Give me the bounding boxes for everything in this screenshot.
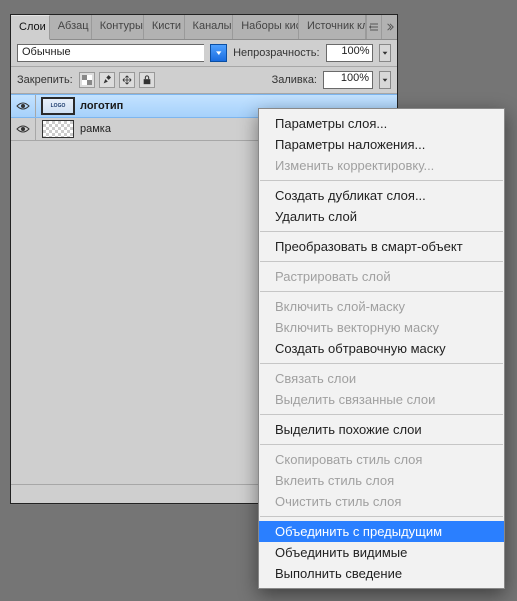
context-menu-separator	[260, 516, 503, 517]
layer-name-label[interactable]: рамка	[80, 123, 111, 135]
context-menu-item: Изменить корректировку...	[259, 155, 504, 176]
panel-collapse-icon[interactable]	[381, 15, 397, 39]
context-menu-separator	[260, 180, 503, 181]
context-menu-separator	[260, 231, 503, 232]
context-menu-item[interactable]: Объединить с предыдущим	[259, 521, 504, 542]
context-menu-separator	[260, 363, 503, 364]
context-menu-separator	[260, 444, 503, 445]
blend-opacity-row: Обычные Непрозрачность: 100%	[11, 40, 397, 67]
panel-tab[interactable]: Каналы	[185, 15, 234, 39]
context-menu-separator	[260, 261, 503, 262]
panel-tab[interactable]: Контуры	[92, 15, 144, 39]
lock-icons	[79, 72, 155, 88]
context-menu-item: Включить векторную маску	[259, 317, 504, 338]
context-menu-item[interactable]: Параметры слоя...	[259, 113, 504, 134]
lock-transparency-icon[interactable]	[79, 72, 95, 88]
layer-context-menu: Параметры слоя...Параметры наложения...И…	[258, 108, 505, 589]
context-menu-item: Очистить стиль слоя	[259, 491, 504, 512]
context-menu-item[interactable]: Удалить слой	[259, 206, 504, 227]
visibility-eye-icon[interactable]	[11, 118, 36, 140]
blend-mode-select[interactable]: Обычные	[17, 44, 204, 62]
layer-thumbnail[interactable]: LOGO	[41, 97, 75, 115]
context-menu-separator	[260, 291, 503, 292]
panel-menu-icon[interactable]	[366, 15, 382, 39]
lock-pixels-icon[interactable]	[99, 72, 115, 88]
lock-position-icon[interactable]	[119, 72, 135, 88]
context-menu-item: Вклеить стиль слоя	[259, 470, 504, 491]
context-menu-item[interactable]: Создать дубликат слоя...	[259, 185, 504, 206]
panel-tab[interactable]: Абзац	[50, 15, 92, 39]
visibility-eye-icon[interactable]	[11, 95, 36, 117]
blend-mode-dropdown-arrow[interactable]	[210, 44, 227, 62]
layer-name-label[interactable]: логотип	[80, 100, 123, 112]
context-menu-item[interactable]: Выполнить сведение	[259, 563, 504, 584]
context-menu-item[interactable]: Создать обтравочную маску	[259, 338, 504, 359]
panel-tab[interactable]: Наборы кис	[233, 15, 299, 39]
context-menu-item: Связать слои	[259, 368, 504, 389]
layer-thumbnail[interactable]	[42, 120, 74, 138]
lock-fill-row: Закрепить: Заливка: 100%	[11, 67, 397, 94]
fill-label: Заливка:	[272, 74, 317, 86]
lock-all-icon[interactable]	[139, 72, 155, 88]
panel-tabs: СлоиАбзацКонтурыКистиКаналыНаборы кисИст…	[11, 15, 397, 40]
opacity-label: Непрозрачность:	[233, 47, 319, 59]
context-menu-separator	[260, 414, 503, 415]
fill-input[interactable]: 100%	[323, 71, 373, 89]
context-menu-item: Выделить связанные слои	[259, 389, 504, 410]
context-menu-item: Включить слой-маску	[259, 296, 504, 317]
context-menu-item: Растрировать слой	[259, 266, 504, 287]
panel-tab[interactable]: Кисти	[144, 15, 185, 39]
context-menu-item[interactable]: Преобразовать в смарт-объект	[259, 236, 504, 257]
context-menu-item[interactable]: Объединить видимые	[259, 542, 504, 563]
panel-tab[interactable]: Источник кл	[299, 15, 366, 39]
context-menu-item: Скопировать стиль слоя	[259, 449, 504, 470]
fill-dropdown-arrow[interactable]	[379, 71, 391, 89]
context-menu-item[interactable]: Параметры наложения...	[259, 134, 504, 155]
context-menu-item[interactable]: Выделить похожие слои	[259, 419, 504, 440]
lock-label: Закрепить:	[17, 74, 73, 86]
opacity-dropdown-arrow[interactable]	[379, 44, 391, 62]
panel-tab[interactable]: Слои	[11, 15, 50, 40]
opacity-input[interactable]: 100%	[326, 44, 374, 62]
